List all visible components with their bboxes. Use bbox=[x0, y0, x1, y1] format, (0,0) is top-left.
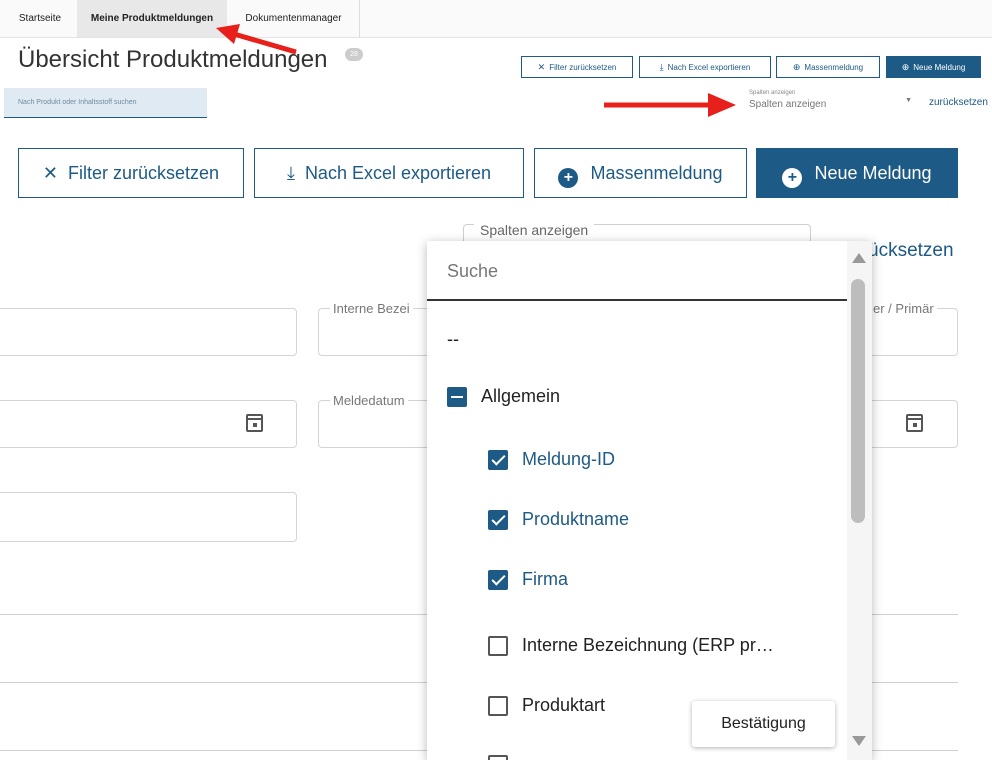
filter-field[interactable] bbox=[0, 308, 297, 356]
reset-filter-label: Filter zurücksetzen bbox=[549, 63, 617, 72]
dropdown-search-placeholder: Suche bbox=[447, 261, 499, 281]
columns-select-small[interactable]: Spalten anzeigen Spalten anzeigen ▼ bbox=[741, 89, 916, 115]
columns-select-label: Spalten anzeigen bbox=[474, 222, 595, 238]
plus-circle-icon: ⊕ bbox=[792, 62, 801, 72]
report-date-label: Meldedatum bbox=[330, 393, 408, 408]
filter-field[interactable] bbox=[0, 492, 297, 542]
group-label: Allgemein bbox=[481, 386, 561, 406]
export-excel-button[interactable]: ⤓ Nach Excel exportieren bbox=[254, 148, 524, 198]
column-option-firma[interactable]: Firma bbox=[488, 568, 788, 594]
annotation-arrow-icon bbox=[216, 24, 297, 55]
calendar-icon[interactable] bbox=[246, 414, 263, 432]
checkbox-checked-icon[interactable] bbox=[488, 510, 508, 530]
close-icon: ✕ bbox=[537, 62, 546, 72]
columns-select-value: Spalten anzeigen bbox=[749, 99, 827, 110]
option-label: Interne Bezeichnung (ERP pr… bbox=[522, 635, 774, 655]
column-option-meldung-id[interactable]: Meldung-ID bbox=[488, 448, 788, 474]
indeterminate-checkbox-icon[interactable] bbox=[447, 387, 467, 407]
mass-report-button[interactable]: + Massenmeldung bbox=[534, 148, 747, 198]
right-field-label: er / Primär bbox=[870, 301, 937, 316]
mass-report-button-small[interactable]: ⊕ Massenmeldung bbox=[776, 56, 880, 78]
new-report-button[interactable]: + Neue Meldung bbox=[756, 148, 958, 198]
reset-filter-label: Filter zurücksetzen bbox=[68, 163, 220, 183]
scrollbar-thumb[interactable] bbox=[851, 279, 865, 523]
top-tab-bar: Startseite Meine Produktmeldungen Dokume… bbox=[0, 0, 992, 38]
columns-reset-link[interactable]: ücksetzen bbox=[868, 240, 954, 262]
group-allgemein[interactable]: Allgemein bbox=[447, 385, 647, 411]
annotation-arrow-icon bbox=[604, 93, 736, 117]
reset-filter-button[interactable]: ✕ Filter zurücksetzen bbox=[18, 148, 244, 198]
dropdown-search-input[interactable]: Suche bbox=[427, 241, 847, 301]
scroll-down-arrow-icon[interactable] bbox=[852, 736, 866, 746]
calendar-icon[interactable] bbox=[906, 414, 923, 432]
plus-circle-icon: + bbox=[558, 168, 579, 188]
dropdown-none-option[interactable]: -- bbox=[447, 329, 459, 350]
mass-report-label: Massenmeldung bbox=[590, 163, 723, 183]
new-report-label: Neue Meldung bbox=[814, 163, 932, 183]
count-badge: 28 bbox=[345, 48, 363, 61]
checkbox-checked-icon[interactable] bbox=[488, 450, 508, 470]
search-input[interactable]: Nach Produkt oder Inhaltsstoff suchen bbox=[4, 88, 207, 118]
export-excel-button-small[interactable]: ⤓ Nach Excel exportieren bbox=[639, 56, 771, 78]
download-icon: ⤓ bbox=[286, 163, 295, 183]
close-icon: ✕ bbox=[42, 163, 59, 183]
scroll-up-arrow-icon[interactable] bbox=[852, 253, 866, 263]
checkbox-checked-icon[interactable] bbox=[488, 570, 508, 590]
tab-startseite[interactable]: Startseite bbox=[4, 0, 76, 37]
columns-dropdown-panel: Suche -- Allgemein Meldung-ID Produktnam… bbox=[427, 241, 872, 760]
checkbox-empty-icon[interactable] bbox=[488, 755, 508, 760]
plus-circle-icon: ⊕ bbox=[901, 62, 910, 72]
confirm-button[interactable]: Bestätigung bbox=[692, 701, 835, 747]
new-report-button-small[interactable]: ⊕ Neue Meldung bbox=[886, 56, 981, 78]
column-option-partial[interactable] bbox=[488, 753, 788, 760]
chevron-down-icon: ▼ bbox=[905, 97, 912, 104]
plus-circle-icon: + bbox=[782, 168, 803, 188]
export-excel-label: Nach Excel exportieren bbox=[304, 163, 492, 183]
option-label: Produktname bbox=[522, 509, 630, 529]
option-label: Firma bbox=[522, 569, 568, 589]
reset-filter-button-small[interactable]: ✕ Filter zurücksetzen bbox=[521, 56, 633, 78]
option-label: Meldung-ID bbox=[522, 449, 616, 469]
internal-name-label: Interne Bezei bbox=[330, 301, 413, 316]
column-option-produktname[interactable]: Produktname bbox=[488, 508, 788, 534]
export-excel-label: Nach Excel exportieren bbox=[667, 63, 751, 72]
columns-select-label: Spalten anzeigen bbox=[749, 90, 796, 96]
download-icon: ⤓ bbox=[659, 62, 664, 72]
option-label: Produktart bbox=[522, 695, 606, 715]
checkbox-empty-icon[interactable] bbox=[488, 696, 508, 716]
tab-meine-produktmeldungen[interactable]: Meine Produktmeldungen bbox=[77, 0, 227, 37]
columns-reset-link-small[interactable]: zurücksetzen bbox=[929, 97, 988, 108]
checkbox-empty-icon[interactable] bbox=[488, 636, 508, 656]
new-report-label: Neue Meldung bbox=[913, 63, 966, 72]
column-option-interne-bezeichnung[interactable]: Interne Bezeichnung (ERP pr… bbox=[488, 634, 828, 660]
mass-report-label: Massenmeldung bbox=[804, 63, 864, 72]
